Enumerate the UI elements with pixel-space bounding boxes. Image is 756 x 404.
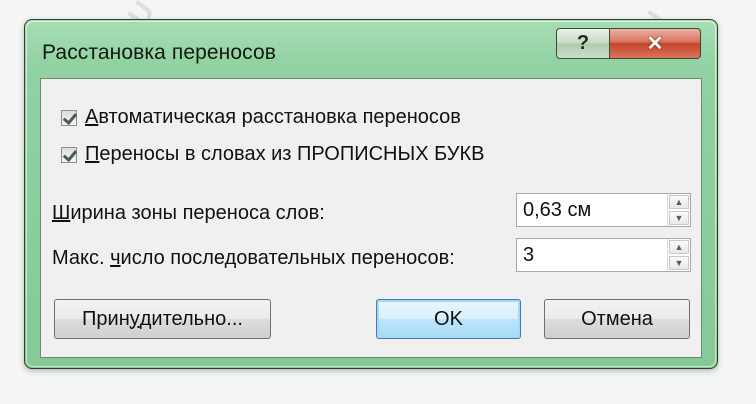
close-icon: ✕ xyxy=(646,33,664,55)
zone-width-input[interactable] xyxy=(517,194,667,226)
caps-hyphenate-checkbox[interactable] xyxy=(61,146,77,163)
manual-button[interactable]: Прин у дительно... xyxy=(54,299,271,339)
auto-hyphenate-label: Автоматическая расстановка переносов xyxy=(85,106,461,128)
max-consecutive-label: Макс. число последовательных переносов: xyxy=(52,247,455,269)
max-consecutive-spinner[interactable]: ▲ ▼ xyxy=(516,238,691,272)
spin-up-icon[interactable]: ▲ xyxy=(669,195,689,209)
dialog-window: Расстановка переносов ? ✕ Автоматическая… xyxy=(24,19,718,369)
window-title: Расстановка переносов xyxy=(42,41,277,64)
zone-width-spinner[interactable]: ▲ ▼ xyxy=(516,193,691,227)
spin-down-icon[interactable]: ▼ xyxy=(669,256,689,270)
auto-hyphenate-checkbox[interactable] xyxy=(61,109,77,126)
caps-hyphenate-option[interactable]: Переносы в словах из ПРОПИСНЫХ БУКВ xyxy=(61,143,484,166)
auto-hyphenate-option[interactable]: Автоматическая расстановка переносов xyxy=(61,106,461,129)
close-button[interactable]: ✕ xyxy=(609,28,701,59)
caps-hyphenate-label: Переносы в словах из ПРОПИСНЫХ БУКВ xyxy=(85,143,485,165)
help-icon: ? xyxy=(576,32,590,54)
spin-down-icon[interactable]: ▼ xyxy=(669,211,689,225)
spin-up-icon[interactable]: ▲ xyxy=(669,240,689,254)
ok-button[interactable]: OK xyxy=(376,299,521,339)
help-button[interactable]: ? xyxy=(556,28,610,59)
max-consecutive-input[interactable] xyxy=(517,239,667,271)
zone-width-label: Ширина зоны переноса слов: xyxy=(52,202,325,224)
cancel-button[interactable]: Отмена xyxy=(544,299,690,339)
